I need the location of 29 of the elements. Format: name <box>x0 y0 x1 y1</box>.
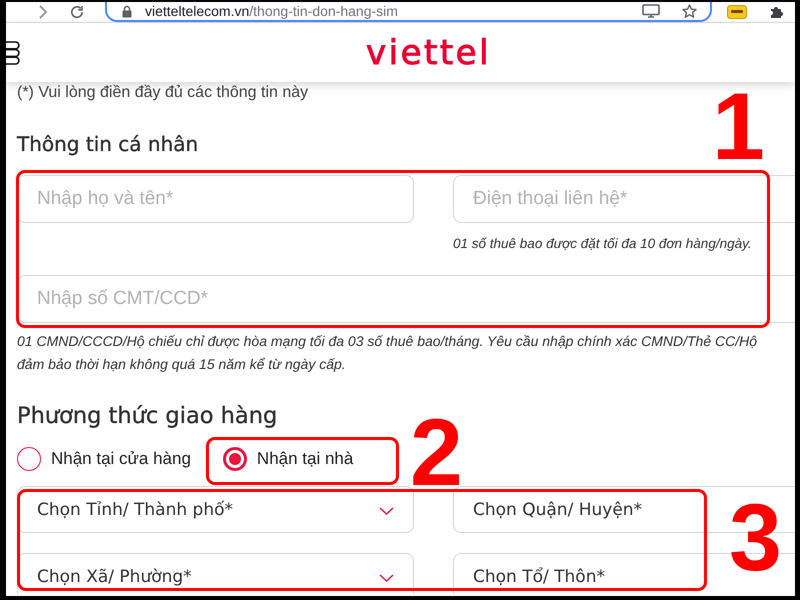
extension-icon[interactable] <box>727 5 747 19</box>
radio-button[interactable] <box>17 447 41 471</box>
url-text[interactable]: vietteltelecom.vn/thong-tin-don-hang-sim <box>145 3 398 19</box>
radio-label[interactable]: Nhận tại cửa hàng <box>51 448 191 470</box>
chevron-down-icon <box>379 507 394 515</box>
arrow-right-icon[interactable] <box>38 5 48 19</box>
reload-icon[interactable] <box>70 5 84 19</box>
dropdown-field[interactable]: Chọn Xã/ Phường* <box>17 553 414 594</box>
section-heading: Thông tin cá nhân <box>17 131 200 157</box>
monitor-icon[interactable] <box>642 4 660 18</box>
step-number: 2 <box>410 417 463 489</box>
dropdown-field[interactable]: Chọn Tỉnh/ Thành phố* <box>17 486 414 533</box>
name-input[interactable]: Nhập họ và tên* <box>17 175 414 223</box>
radio-button[interactable] <box>222 447 247 471</box>
puzzle-icon[interactable] <box>770 5 784 19</box>
chevron-down-icon <box>379 574 394 582</box>
phone-input[interactable]: Điện thoại liên hệ* <box>453 175 795 223</box>
field-hint: 01 số thuê bao được đặt tối đa 10 đơn hàng/ngày. <box>453 235 753 253</box>
id-number-input[interactable]: Nhập số CMT/CCD* <box>17 275 795 323</box>
section-heading: Phương thức giao hàng <box>17 402 278 430</box>
radio-label[interactable]: Nhận tại nhà <box>256 448 354 470</box>
address-bar[interactable]: vietteltelecom.vn/thong-tin-don-hang-sim <box>105 2 712 22</box>
star-icon[interactable] <box>682 4 697 18</box>
step-number: 1 <box>712 91 765 163</box>
menu-icon[interactable] <box>6 41 20 65</box>
field-hint: 01 CMND/CCCD/Hộ chiếu chỉ được hòa mạng tối đa 03 số thuê bao/tháng. Yêu cầu nhập chính xác CMND/Thẻ CC/Hộ đảm bảo thời hạn không quá 15 năm kể từ ngày cấp. <box>17 332 758 374</box>
lock-icon <box>122 4 132 18</box>
required-note: (*) Vui lòng điền đầy đủ các thông tin này <box>17 83 310 103</box>
site-logo[interactable]: viettel <box>366 32 492 72</box>
